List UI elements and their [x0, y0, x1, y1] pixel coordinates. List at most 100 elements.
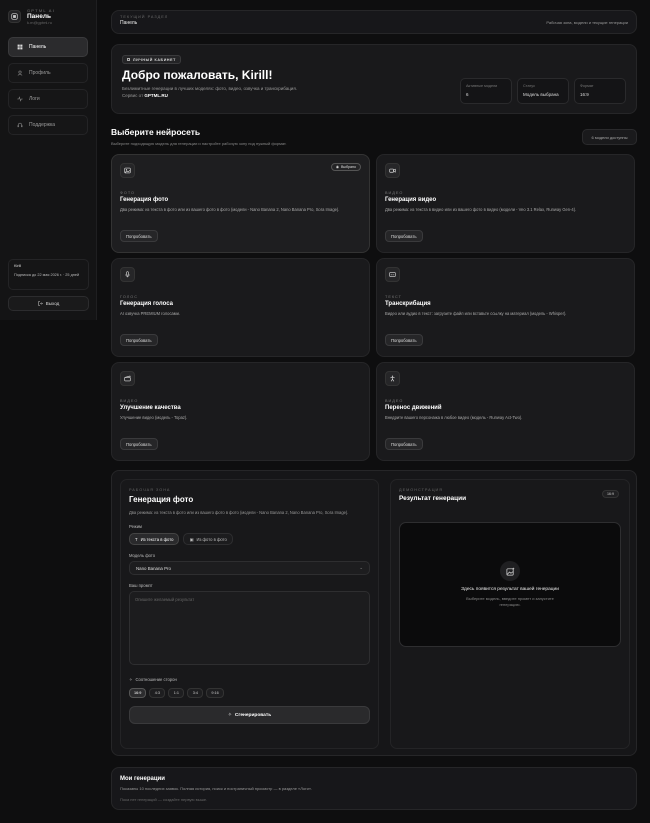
model-desc: Улучшение видео (модель - Topaz). — [120, 415, 188, 420]
demo-title: Результат генерации — [399, 495, 467, 502]
model-card-transcription[interactable]: ТЕКСТ Транскрибация Видео или аудио в те… — [376, 258, 635, 357]
sidebar-item-label: Профиль — [29, 70, 51, 76]
demo-panel: ДЕМОНСТРАЦИЯ Результат генерации 16:9 Зд… — [390, 479, 630, 749]
model-category: ВИДЕО — [385, 399, 404, 403]
text-icon: T — [135, 536, 138, 542]
model-title: Генерация голоса — [120, 301, 173, 307]
topbar: ТЕКУЩИЙ РАЗДЕЛ Панель Рабочая зона, моде… — [111, 10, 637, 34]
ratio-1-1[interactable]: 1:1 — [168, 688, 185, 699]
workspace-title: Генерация фото — [129, 495, 194, 504]
stat-active-models: Активные модели 6 — [460, 78, 512, 104]
workspace-label: РАБОЧАЯ ЗОНА — [129, 488, 171, 492]
result-preview: Здесь появится результат вашей генерации… — [399, 522, 621, 647]
subscription-box: Kirill Подписка до 22 мая 2026 г. · 25 д… — [8, 259, 89, 290]
headset-icon — [17, 122, 23, 128]
sparkle-icon: ✧ — [129, 677, 133, 683]
try-button[interactable]: Попробовать — [385, 230, 423, 242]
try-button[interactable]: Попробовать — [120, 230, 158, 242]
grid-icon — [17, 44, 23, 50]
model-desc: Внедрите вашего персонажа в любое видео … — [385, 415, 523, 420]
model-title: Перенос движений — [385, 405, 442, 411]
chevron-down-icon: ⌄ — [359, 565, 363, 571]
sidebar-item-support[interactable]: Поддержка — [8, 115, 88, 135]
service-link[interactable]: GPTML.RU — [144, 93, 168, 98]
welcome-card: ЛИЧНЫЙ КАБИНЕТ Добро пожаловать, Kirill!… — [111, 44, 637, 114]
try-button[interactable]: Попробовать — [385, 438, 423, 450]
clapper-icon — [120, 371, 135, 386]
cabinet-badge: ЛИЧНЫЙ КАБИНЕТ — [122, 55, 181, 64]
sidebar-item-panel[interactable]: Панель — [8, 37, 88, 57]
model-category: ВИДЕО — [120, 399, 139, 403]
model-title: Улучшение качества — [120, 405, 181, 411]
workspace-desc: Два режима: из текста в фото или из ваше… — [129, 510, 349, 515]
model-category: ГОЛОС — [120, 295, 138, 299]
brand: GPTML AI Панель k.m@gptml.ru — [8, 8, 88, 25]
selected-badge: ◉ Выбрано — [330, 163, 361, 171]
try-button[interactable]: Попробовать — [385, 334, 423, 346]
model-card-photo[interactable]: ◉ Выбрано ФОТО Генерация фото Два режима:… — [111, 154, 370, 253]
my-generations-desc: Показаны 10 последних заявок. Полная ист… — [120, 786, 313, 791]
models-title: Выберите нейросеть — [111, 127, 201, 137]
mode-photo-to-photo[interactable]: ▣ Из фото в фото — [183, 533, 233, 546]
model-select-value: Nano Banana Pro — [136, 565, 171, 571]
mode-switch: T Из текста в фото ▣ Из фото в фото — [129, 533, 370, 546]
model-card-motion[interactable]: ВИДЕО Перенос движений Внедрите вашего п… — [376, 362, 635, 461]
model-desc: Видео или аудио в текст: загрузите файл … — [385, 311, 567, 316]
ratio-16-9[interactable]: 16:9 — [129, 688, 147, 699]
mode-label: Режим — [129, 524, 142, 530]
model-card-voice[interactable]: ГОЛОС Генерация голоса AI озвучка PREMIU… — [111, 258, 370, 357]
my-generations-empty: Пока нет генераций — создайте первую выш… — [120, 797, 208, 802]
model-card-video[interactable]: ВИДЕО Генерация видео Два режима: из тек… — [376, 154, 635, 253]
caption-icon — [385, 267, 400, 282]
ratio-4-3[interactable]: 4:3 — [149, 688, 166, 699]
image-icon: ▣ — [189, 536, 194, 542]
topbar-label: ТЕКУЩИЙ РАЗДЕЛ — [120, 15, 169, 19]
subscription-title: Kirill — [14, 264, 22, 268]
try-button[interactable]: Попробовать — [120, 438, 158, 450]
sidebar-item-profile[interactable]: Профиль — [8, 63, 88, 83]
stat-format: Формат 16:9 — [574, 78, 626, 104]
my-generations: Мои генерации Показаны 10 последних заяв… — [111, 767, 637, 810]
model-desc: Два режима: из текста в видео или из ваш… — [385, 207, 577, 212]
mode-text-to-photo[interactable]: T Из текста в фото — [129, 533, 180, 546]
sidebar-item-label: Логи — [29, 96, 40, 102]
prompt-input[interactable]: Опишите желаемый результат — [129, 591, 370, 666]
workspace-form: РАБОЧАЯ ЗОНА Генерация фото Два режима: … — [120, 479, 379, 749]
try-button[interactable]: Попробовать — [120, 334, 158, 346]
logout-icon — [38, 301, 43, 306]
video-icon — [385, 163, 400, 178]
model-select[interactable]: Nano Banana Pro ⌄ — [129, 561, 370, 576]
demo-ratio-badge: 16:9 — [602, 490, 619, 498]
stat-status: Статус Модель выбрана — [517, 78, 569, 104]
image-icon — [120, 163, 135, 178]
model-category: ТЕКСТ — [385, 295, 402, 299]
models-subtitle: Выберите подходящую модель для генерации… — [111, 141, 287, 146]
demo-label: ДЕМОНСТРАЦИЯ — [399, 488, 443, 492]
model-select-label: Модель фото — [129, 553, 156, 559]
logout-label: Выход — [45, 301, 60, 306]
model-desc: Два режима: из текста в фото или из ваше… — [120, 207, 340, 212]
ratio-9-16[interactable]: 9:16 — [206, 688, 224, 699]
sidebar-nav: Панель Профиль Логи Поддержка — [8, 37, 88, 135]
my-generations-title: Мои генерации — [120, 776, 165, 782]
empty-result-desc: Выберите модель, введите промпт и запуст… — [466, 596, 554, 607]
user-icon — [17, 70, 23, 76]
generate-button[interactable]: ✧ Сгенерировать — [129, 706, 370, 725]
topbar-hint: Рабочая зона, модели и текущие генерации — [546, 20, 628, 25]
logout-button[interactable]: Выход — [8, 296, 89, 311]
mic-icon — [120, 267, 135, 282]
empty-result-title: Здесь появится результат вашей генерации — [461, 587, 559, 593]
workspace: РАБОЧАЯ ЗОНА Генерация фото Два режима: … — [111, 470, 637, 756]
ratio-3-4[interactable]: 3:4 — [187, 688, 204, 699]
activity-icon — [17, 96, 23, 102]
sidebar-item-logs[interactable]: Логи — [8, 89, 88, 109]
image-sparkle-icon — [500, 561, 520, 582]
model-title: Генерация видео — [385, 197, 437, 203]
model-card-upscale[interactable]: ВИДЕО Улучшение качества Улучшение видео… — [111, 362, 370, 461]
check-circle-icon: ◉ — [335, 165, 339, 169]
sidebar-item-label: Поддержка — [29, 122, 56, 128]
ratio-picker: 16:9 4:3 1:1 3:4 9:16 — [129, 688, 370, 699]
user-email: k.m@gptml.ru — [27, 20, 52, 25]
sparkle-icon: ✧ — [227, 712, 232, 718]
ratio-label-row: ✧ Соотношение сторон — [129, 677, 177, 683]
